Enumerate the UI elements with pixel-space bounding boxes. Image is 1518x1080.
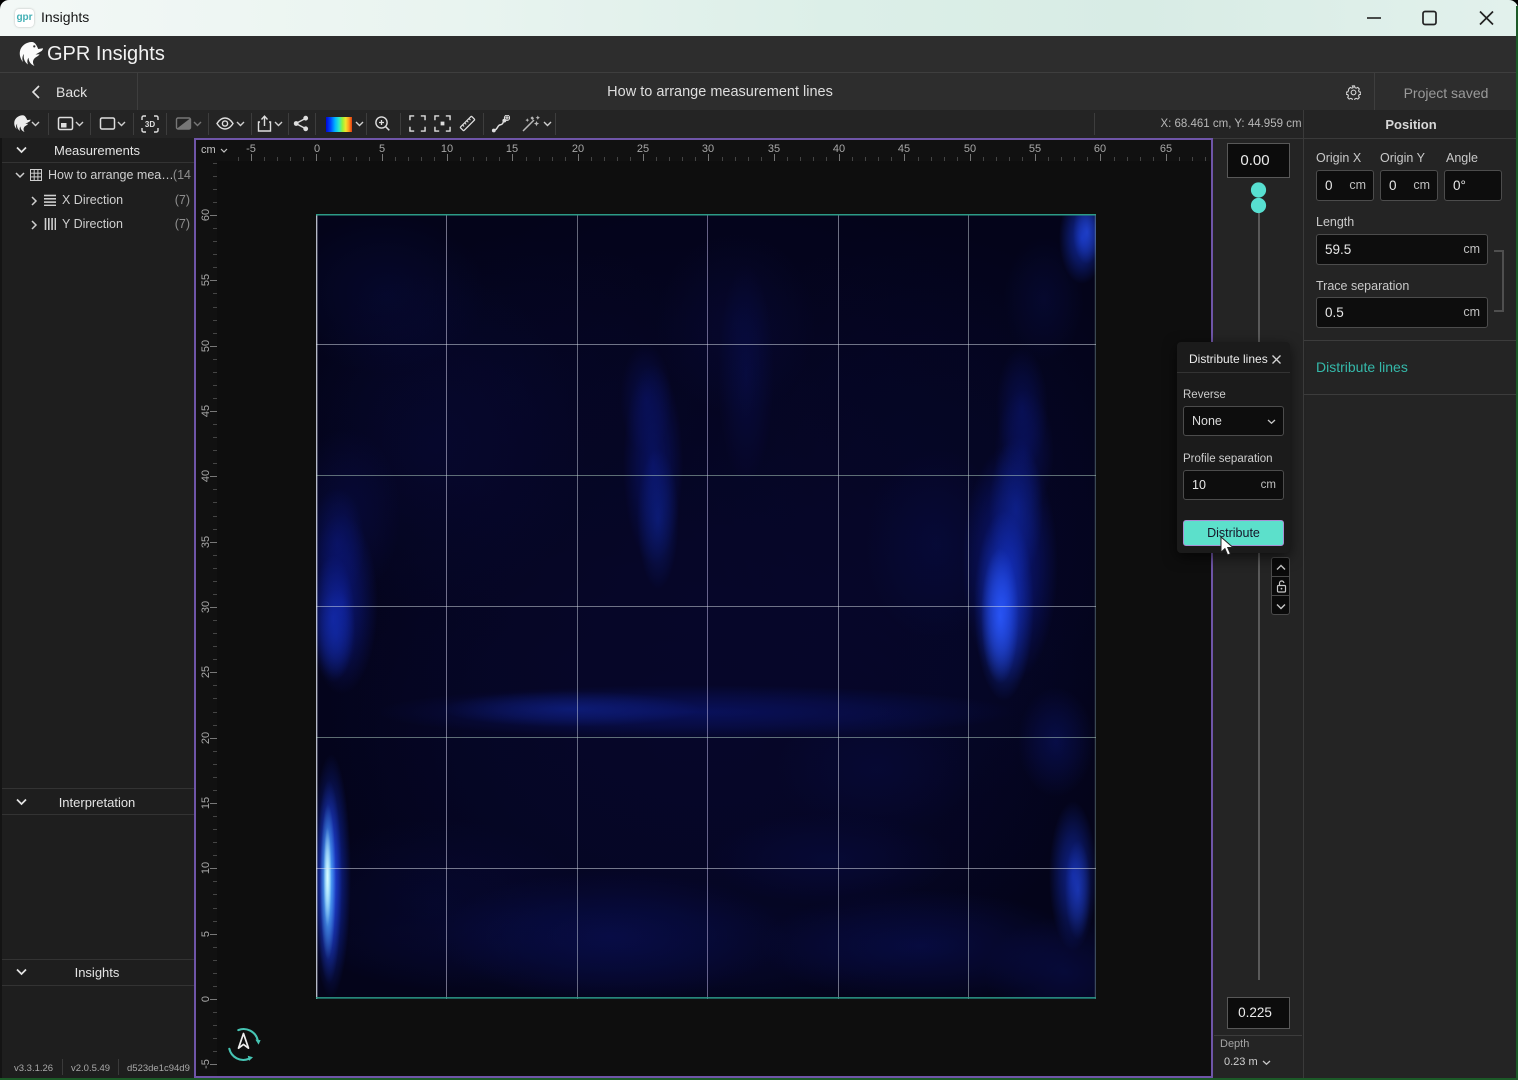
svg-text:3D: 3D bbox=[145, 120, 155, 129]
